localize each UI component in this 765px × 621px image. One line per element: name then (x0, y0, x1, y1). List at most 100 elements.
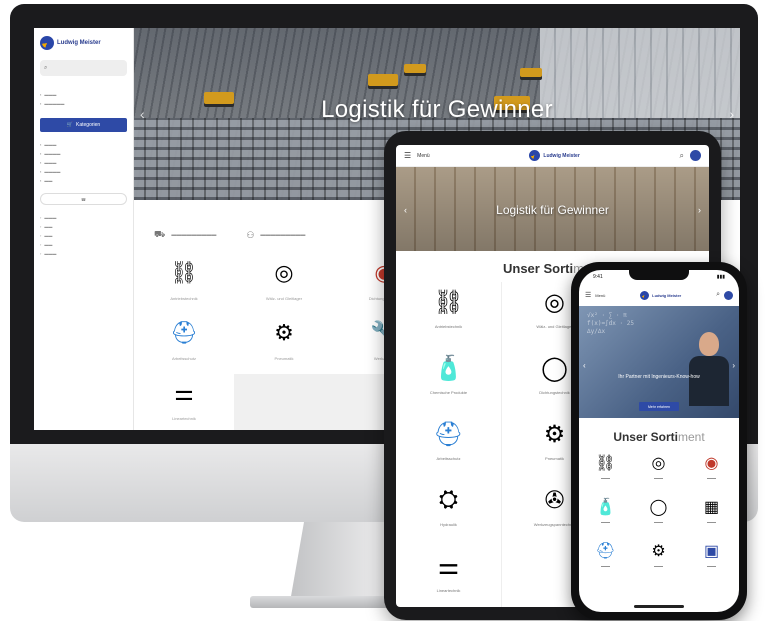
sidebar-link-placeholder: ▬▬▬ (44, 92, 57, 97)
product-tile[interactable]: ⚙ Pneumatik (234, 314, 334, 372)
hero-person-image (689, 332, 729, 406)
product-tile[interactable]: ⚌ Lineartechnik (396, 546, 501, 607)
product-tile[interactable]: ⛑ ▬▬▬ (579, 538, 632, 580)
sidebar-link[interactable]: ▪ ▬▬▬ (40, 140, 127, 149)
section-title-bold: Unser Sorti (503, 261, 574, 276)
desktop-logo[interactable]: Ludwig Meister (40, 36, 127, 50)
hamburger-icon[interactable]: ☰ (404, 151, 411, 160)
spray-can-icon: 🧴 (433, 354, 464, 382)
desktop-sidebar: Ludwig Meister ⌕ ▪ ▬▬▬ ▪ ▬▬▬▬▬ 🛒 Kategorie… (34, 28, 134, 430)
phone-actions: ⌕ (716, 290, 733, 300)
sidebar-link[interactable]: › ▬▬▬ (40, 249, 127, 258)
product-label: Pneumatik (274, 356, 294, 361)
chevron-right-icon[interactable]: › (729, 106, 734, 122)
feature-text-placeholder: ▬▬▬▬▬▬▬▬▬ (260, 232, 306, 238)
device-mockup-stage: Ludwig Meister ⌕ ▪ ▬▬▬ ▪ ▬▬▬▬▬ 🛒 Kategorie… (0, 0, 765, 621)
product-tile[interactable]: ◉ ▬▬▬ (685, 450, 738, 492)
sidebar-link[interactable]: › ▬▬ (40, 231, 127, 240)
phone-hero-button[interactable]: Mehr erfahren (639, 402, 679, 411)
product-tile[interactable]: ◎ ▬▬▬ (632, 450, 685, 492)
sidebar-link-placeholder: ▬▬▬ (44, 251, 57, 256)
phone-screen: 9:41 ▮▮▮ ☰ Menü Ludwig Meister ⌕ √x² · ∑… (579, 270, 739, 612)
sidebar-link[interactable]: ▪ ▬▬▬▬ (40, 167, 127, 176)
user-icon[interactable] (690, 150, 701, 161)
tablet-topbar: ☰ Menü Ludwig Meister ⌕ (396, 145, 709, 167)
sidebar-link[interactable]: ▪ ▬▬▬ (40, 158, 127, 167)
product-tile[interactable]: ◎ Wälz- und Gleitlager (234, 254, 334, 312)
tablet-hero-banner[interactable]: Logistik für Gewinner ‹ › (396, 167, 709, 251)
robot-image (520, 68, 542, 77)
phone-menu-label[interactable]: Menü (595, 293, 605, 298)
sidebar-link[interactable]: › ▬▬ (40, 222, 127, 231)
tablet-menu-label[interactable]: Menü (417, 153, 430, 159)
product-tile[interactable]: ⛑ Arbeitsschutz (134, 314, 234, 372)
product-label-placeholder: ▬▬▬ (654, 564, 663, 568)
chevron-left-icon[interactable]: ‹ (583, 361, 586, 370)
product-tile[interactable]: ⛓ Antriebstechnik (396, 282, 501, 346)
logo-mark-icon (640, 290, 650, 300)
product-tile[interactable]: ▣ ▬▬▬ (685, 538, 738, 580)
tablet-hero-title: Logistik für Gewinner (496, 203, 609, 217)
phone-notch (629, 270, 689, 280)
product-tile[interactable]: ⚙ ▬▬▬ (632, 538, 685, 580)
desktop-hero-title: Logistik für Gewinner (321, 96, 553, 123)
desktop-search-input[interactable]: ⌕ (40, 60, 127, 76)
phone-hero-banner[interactable]: √x² · ∑ · π f(x)=∫dx · 25 ∆y/∆x Ihr Partne… (579, 306, 739, 418)
user-icon[interactable] (724, 290, 733, 300)
o-ring-icon: ◯ (649, 499, 668, 516)
chevron-right-icon[interactable]: › (698, 205, 701, 215)
tablet-actions: ⌕ (680, 150, 701, 161)
person-body (689, 356, 729, 406)
product-label-placeholder: ▬▬▬ (707, 564, 716, 568)
chain-icon: ⛓ (595, 455, 616, 472)
hard-hat-icon: ⛑ (433, 420, 464, 448)
hamburger-icon[interactable]: ☰ (585, 291, 591, 299)
product-tile[interactable]: 🧴 Chemische Produkte (396, 348, 501, 412)
chevron-left-icon[interactable]: ‹ (140, 106, 145, 122)
product-tile[interactable]: ◯ ▬▬▬ (632, 494, 685, 536)
logo-text: Ludwig Meister (57, 40, 101, 46)
list-icon: ▪ (40, 101, 42, 106)
product-label: Arbeitsschutz (171, 356, 196, 361)
sidebar-categories-label: Kategorien (76, 122, 101, 128)
sidebar-categories-button[interactable]: 🛒 Kategorien (40, 118, 127, 132)
product-tile[interactable]: ⛓ ▬▬▬ (579, 450, 632, 492)
product-tile[interactable]: ⛓ Antriebstechnik (134, 254, 234, 312)
seal-ring-icon: ◉ (704, 455, 719, 472)
sidebar-link[interactable]: ▪ ▬▬▬▬ (40, 149, 127, 158)
search-icon[interactable]: ⌕ (716, 291, 720, 299)
linear-rail-icon: ⚌ (174, 380, 194, 405)
sidebar-link[interactable]: › ▬▬▬ (40, 213, 127, 222)
sidebar-link[interactable]: › ▬▬ (40, 240, 127, 249)
product-tile[interactable]: ⚌ Lineartechnik (134, 374, 234, 430)
bullet-icon: ▪ (40, 151, 42, 156)
section-title-bold: Unser Sorti (613, 430, 678, 444)
sidebar-link-placeholder: ▬▬▬▬ (44, 151, 61, 156)
bullet-icon: ▪ (40, 142, 42, 147)
product-label: Antriebstechnik (170, 296, 198, 301)
sidebar-link-placeholder: ▬▬▬▬ (44, 169, 61, 174)
sidebar-link-placeholder: ▬▬ (44, 242, 53, 247)
chain-icon: ⛓ (170, 260, 198, 285)
handshake-icon: ⚇ (246, 229, 255, 240)
phone-topbar: ☰ Menü Ludwig Meister ⌕ (579, 284, 739, 306)
chevron-left-icon[interactable]: ‹ (404, 205, 407, 215)
chevron-right-icon: › (40, 224, 42, 229)
chevron-right-icon: › (40, 215, 42, 220)
product-tile[interactable]: ⛭ Hydraulik (396, 480, 501, 544)
sidebar-link[interactable]: ▪ ▬▬▬ (40, 90, 127, 99)
product-tile[interactable]: 🧴 ▬▬▬ (579, 494, 632, 536)
sidebar-link[interactable]: ▪ ▬▬▬▬▬ (40, 99, 127, 108)
product-tile[interactable]: ⛑ Arbeitsschutz (396, 414, 501, 478)
product-tile[interactable]: ▦ ▬▬▬ (685, 494, 738, 536)
bearing-icon: ◎ (651, 455, 666, 472)
sidebar-phone-button[interactable]: ☎ (40, 193, 127, 205)
search-icon[interactable]: ⌕ (680, 151, 684, 161)
tablet-logo[interactable]: Ludwig Meister (436, 150, 674, 161)
phone-section-title: Unser Sortiment (579, 430, 739, 444)
product-label: Lineartechnik (172, 416, 196, 421)
phone-logo[interactable]: Ludwig Meister (609, 290, 712, 300)
sidebar-link-placeholder: ▬▬▬ (44, 160, 57, 165)
chevron-right-icon[interactable]: › (732, 361, 735, 370)
sidebar-link[interactable]: ▪ ▬▬ (40, 176, 127, 185)
